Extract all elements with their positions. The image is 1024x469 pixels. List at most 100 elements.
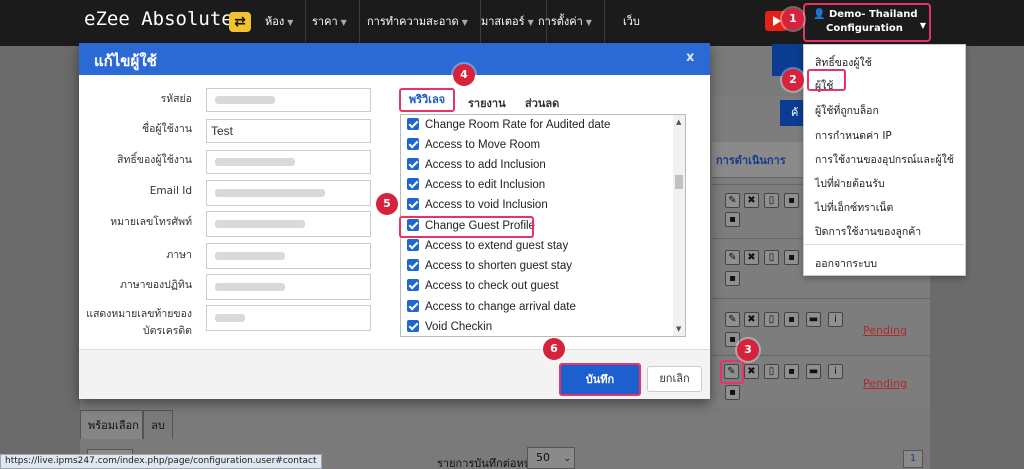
edit-icon[interactable]: ✎ [725, 312, 740, 327]
scroll-down-icon[interactable]: ▼ [676, 325, 681, 333]
step-badge-1: 1 [782, 8, 804, 30]
actions-column-header: การดำเนินการ [716, 154, 786, 167]
label-username: ชื่อผู้ใช้งาน [141, 123, 192, 135]
nav-housekeeping[interactable]: การทำความสะอาด ▼ [355, 0, 481, 46]
delete-icon[interactable]: ✖ [744, 193, 759, 208]
tab-discounts[interactable]: ส่วนลด [525, 94, 559, 112]
lock-icon[interactable]: ▪ [784, 250, 799, 265]
permission-item[interactable]: Access to shorten guest stay [407, 256, 671, 276]
step-badge-3: 3 [737, 339, 759, 361]
permission-item[interactable]: Access to edit Inclusion [407, 175, 671, 195]
pagination-page[interactable]: 1 [903, 450, 923, 468]
device-icon[interactable]: ▯ [764, 193, 779, 208]
email-field[interactable] [206, 180, 371, 206]
user-role: Configuration [826, 23, 903, 34]
tab-reports[interactable]: รายงาน [468, 94, 506, 112]
tab-ready-select[interactable]: พร้อมเลือก [80, 410, 143, 439]
unlock-icon[interactable]: ▪ [725, 385, 740, 400]
user-menu-button[interactable]: 👤 Demo- Thailand Configuration ▼ [803, 3, 931, 42]
records-per-page-select[interactable]: 50 ⌄ [527, 447, 575, 469]
checkbox-checked[interactable] [407, 178, 419, 190]
checkbox-checked[interactable] [407, 320, 419, 332]
edit-icon[interactable]: ✎ [725, 193, 740, 208]
lock-icon[interactable]: ▪ [784, 193, 799, 208]
checkbox-checked[interactable] [407, 259, 419, 271]
caret-down-icon: ▼ [287, 18, 294, 27]
scrollbar-thumb[interactable] [675, 175, 683, 189]
lock-icon[interactable]: ▪ [784, 364, 799, 379]
unlock-icon[interactable]: ▪ [725, 212, 740, 227]
permission-item[interactable]: Change Room Rate for Audited date [407, 115, 671, 135]
menu-item-extranet[interactable]: ไปที่เอ็กซ์ทราเน็ต [815, 199, 893, 216]
info-icon[interactable]: i [828, 364, 843, 379]
permissions-scrollbar[interactable]: ▲ ▼ [673, 115, 685, 336]
permission-item[interactable]: Access to void Inclusion [407, 195, 671, 215]
nav-web[interactable]: เว็บ [611, 0, 652, 46]
phone-field[interactable] [206, 211, 371, 237]
checkbox-checked[interactable] [407, 279, 419, 291]
delete-icon[interactable]: ✖ [744, 364, 759, 379]
permission-item[interactable]: Access to add Inclusion [407, 155, 671, 175]
browser-status-bar: https://live.ipms247.com/index.php/page/… [0, 454, 322, 469]
tab-delete[interactable]: ลบ [143, 410, 173, 439]
menu-item-disable-customer[interactable]: ปิดการใช้งานของลูกค้า [815, 223, 921, 240]
tab-privileges[interactable]: พริวิเลจ [399, 88, 455, 112]
nav-settings[interactable]: การตั้งค่า ▼ [526, 0, 605, 46]
device-icon[interactable]: ▯ [764, 250, 779, 265]
menu-item-logout[interactable]: ออกจากระบบ [815, 255, 877, 272]
user-privilege-select[interactable] [206, 150, 371, 174]
menu-item-device-usage[interactable]: การใช้งานของอุปกรณ์และผู้ใช้ [815, 151, 954, 168]
info-icon[interactable]: i [828, 312, 843, 327]
message-icon[interactable]: ▬ [806, 312, 821, 327]
scroll-up-icon[interactable]: ▲ [676, 118, 681, 126]
nav-rates[interactable]: ราคา ▼ [300, 0, 360, 46]
save-button[interactable]: บันทึก [559, 363, 641, 396]
short-code-field[interactable] [206, 88, 371, 112]
brand-logo[interactable]: eZee Absolute [84, 8, 233, 30]
caret-down-icon: ▼ [919, 21, 926, 30]
edit-user-modal: แก้ไขผู้ใช้ x รหัสย่อ ชื่อผู้ใช้งาน สิทธ… [79, 43, 710, 399]
checkbox-checked[interactable] [407, 198, 419, 210]
caret-down-icon: ▼ [585, 18, 592, 27]
checkbox-checked[interactable] [407, 138, 419, 150]
edit-icon[interactable]: ✎ [725, 250, 740, 265]
step-badge-5: 5 [376, 193, 398, 215]
checkbox-checked[interactable] [407, 118, 419, 130]
device-icon[interactable]: ▯ [764, 312, 779, 327]
cancel-button[interactable]: ยกเลิก [647, 366, 702, 392]
label-user-privilege: สิทธิ์ของผู้ใช้งาน [117, 154, 192, 166]
permission-item[interactable]: Void Checkin [407, 317, 671, 336]
checkbox-checked[interactable] [407, 300, 419, 312]
close-icon[interactable]: x [686, 50, 694, 65]
calendar-language-select[interactable] [206, 274, 371, 300]
pending-link[interactable]: Pending [863, 324, 907, 337]
lock-icon[interactable]: ▪ [784, 312, 799, 327]
label-cc-last-digits: แสดงหมายเลขท้ายของ บัตรเครดิต [86, 308, 192, 337]
permission-item[interactable]: Access to extend guest stay [407, 236, 671, 256]
background-search-button[interactable]: ค้ [780, 100, 804, 126]
device-icon[interactable]: ▯ [764, 364, 779, 379]
pending-link[interactable]: Pending [863, 377, 907, 390]
checkbox-checked[interactable] [407, 239, 419, 251]
checkbox-checked[interactable] [407, 158, 419, 170]
chevron-down-icon: ⌄ [563, 454, 572, 464]
menu-item-front-desk[interactable]: ไปที่ฝ่ายต้อนรับ [815, 175, 885, 192]
permission-item[interactable]: Access to check out guest [407, 276, 671, 296]
permission-item[interactable]: Access to change arrival date [407, 297, 671, 317]
unlock-icon[interactable]: ▪ [725, 271, 740, 286]
cc-digits-select[interactable] [206, 305, 371, 331]
delete-icon[interactable]: ✖ [744, 312, 759, 327]
shuffle-icon[interactable]: ⇄ [229, 12, 251, 32]
delete-icon[interactable]: ✖ [744, 250, 759, 265]
permission-item[interactable]: Access to Move Room [407, 135, 671, 155]
label-email: Email Id [149, 185, 192, 197]
menu-item-blocked-users[interactable]: ผู้ใช้ที่ถูกบล็อก [815, 102, 879, 119]
step-badge-4: 4 [453, 64, 475, 86]
language-select[interactable] [206, 243, 371, 269]
menu-item-ip-config[interactable]: การกำหนดค่า IP [815, 127, 892, 144]
username-field[interactable]: Test [206, 119, 371, 143]
message-icon[interactable]: ▬ [806, 364, 821, 379]
nav-rooms[interactable]: ห้อง ▼ [253, 0, 307, 46]
user-icon: 👤 [813, 9, 826, 20]
modal-title: แก้ไขผู้ใช้ [94, 52, 157, 70]
